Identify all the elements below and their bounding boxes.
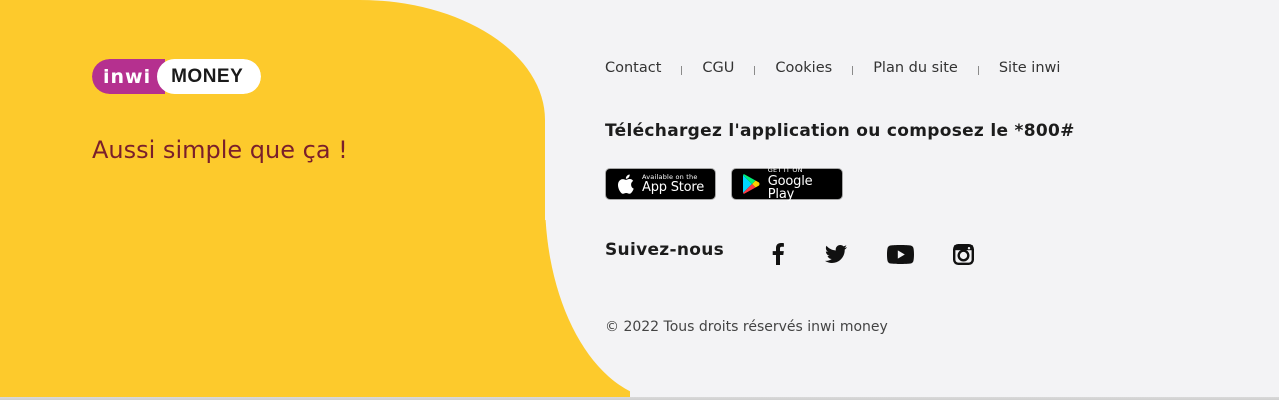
nav-link-site-inwi[interactable]: Site inwi (999, 60, 1061, 76)
youtube-icon[interactable] (886, 242, 914, 266)
nav-separator (977, 65, 979, 75)
nav-separator (754, 65, 756, 75)
inwi-money-logo[interactable]: inwi MONEY (92, 59, 262, 94)
nav-separator (681, 65, 683, 75)
footer-nav: Contact CGU Cookies Plan du site Site in… (605, 60, 1060, 76)
google-play-label: Google Play (767, 173, 813, 202)
instagram-icon[interactable] (951, 242, 975, 266)
logo-money-text: MONEY (157, 59, 262, 94)
app-store-button[interactable]: Available on the App Store (605, 168, 716, 200)
twitter-icon[interactable] (824, 242, 848, 266)
nav-link-plan-du-site[interactable]: Plan du site (873, 60, 958, 76)
apple-icon (614, 173, 636, 195)
logo-inwi-text: inwi (92, 59, 166, 94)
site-footer: inwi MONEY Aussi simple que ça ! Contact… (0, 0, 1279, 400)
nav-link-cgu[interactable]: CGU (702, 60, 734, 76)
google-play-small-label: GET IT ON (767, 166, 803, 175)
nav-link-cookies[interactable]: Cookies (775, 60, 832, 76)
download-title: Téléchargez l'application ou composez le… (605, 121, 1075, 141)
nav-link-contact[interactable]: Contact (605, 60, 661, 76)
google-play-icon (740, 173, 762, 195)
nav-separator (852, 65, 854, 75)
app-store-label: App Store (642, 180, 705, 196)
yellow-panel-top-curve (0, 0, 545, 240)
follow-us-title: Suivez-nous (605, 240, 725, 260)
facebook-icon[interactable] (768, 242, 788, 266)
google-play-button[interactable]: GET IT ON Google Play (731, 166, 843, 202)
tagline: Aussi simple que ça ! (92, 136, 348, 164)
copyright-text: © 2022 Tous droits réservés inwi money (605, 319, 888, 335)
